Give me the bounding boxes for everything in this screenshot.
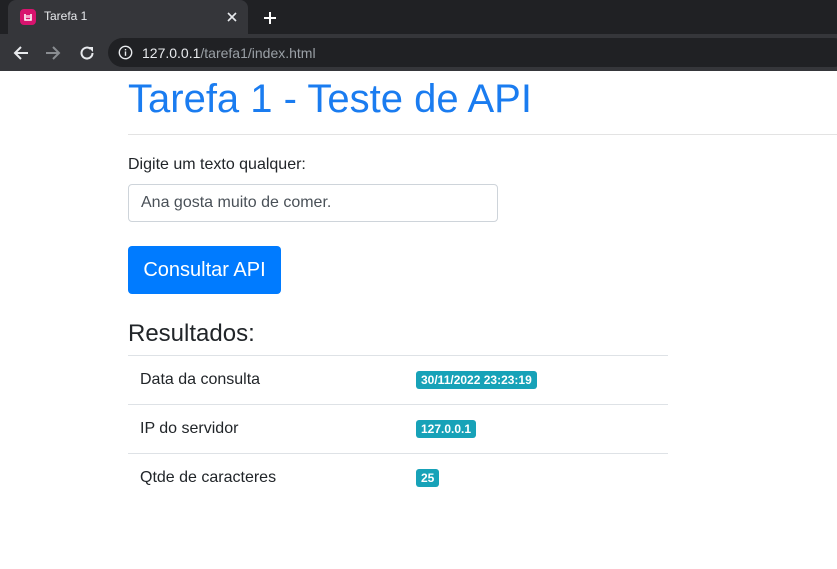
results-table: Data da consulta 30/11/2022 23:23:19 IP … <box>128 355 668 503</box>
result-label: IP do servidor <box>128 404 404 454</box>
browser-tabstrip: Tarefa 1 <box>0 0 837 34</box>
site-favicon-icon <box>20 9 36 25</box>
site-info-icon[interactable] <box>118 45 133 60</box>
results-heading: Resultados: <box>128 320 255 347</box>
text-input[interactable] <box>128 184 498 222</box>
table-row: Data da consulta 30/11/2022 23:23:19 <box>128 355 668 405</box>
result-value-cell: 30/11/2022 23:23:19 <box>404 355 668 405</box>
browser-tab[interactable]: Tarefa 1 <box>8 0 248 34</box>
url-host: 127.0.0.1 <box>142 45 201 61</box>
result-value-cell: 127.0.0.1 <box>404 404 668 454</box>
back-arrow-icon[interactable] <box>10 42 32 64</box>
text-input-label: Digite um texto qualquer: <box>128 156 306 173</box>
url-text: 127.0.0.1/tarefa1/index.html <box>142 45 316 61</box>
result-badge: 25 <box>416 469 440 488</box>
browser-toolbar: 127.0.0.1/tarefa1/index.html <box>0 34 837 71</box>
reload-icon[interactable] <box>76 42 98 64</box>
title-divider <box>128 134 837 135</box>
result-value-cell: 25 <box>404 453 668 503</box>
tab-title: Tarefa 1 <box>44 9 88 23</box>
query-api-button[interactable]: Consultar API <box>128 246 281 294</box>
table-row: Qtde de caracteres 25 <box>128 453 668 503</box>
table-row: IP do servidor 127.0.0.1 <box>128 404 668 454</box>
page-title: Tarefa 1 - Teste de API <box>128 77 532 121</box>
page-content: Tarefa 1 - Teste de API Digite um texto … <box>0 71 837 569</box>
result-label: Qtde de caracteres <box>128 453 404 503</box>
address-bar[interactable]: 127.0.0.1/tarefa1/index.html <box>108 38 837 67</box>
result-badge: 30/11/2022 23:23:19 <box>416 371 537 389</box>
url-path: /tarefa1/index.html <box>200 45 316 61</box>
result-badge: 127.0.0.1 <box>416 420 477 438</box>
close-tab-icon[interactable] <box>224 9 240 25</box>
forward-arrow-icon[interactable] <box>42 42 64 64</box>
new-tab-icon[interactable] <box>260 8 280 28</box>
result-label: Data da consulta <box>128 355 404 405</box>
